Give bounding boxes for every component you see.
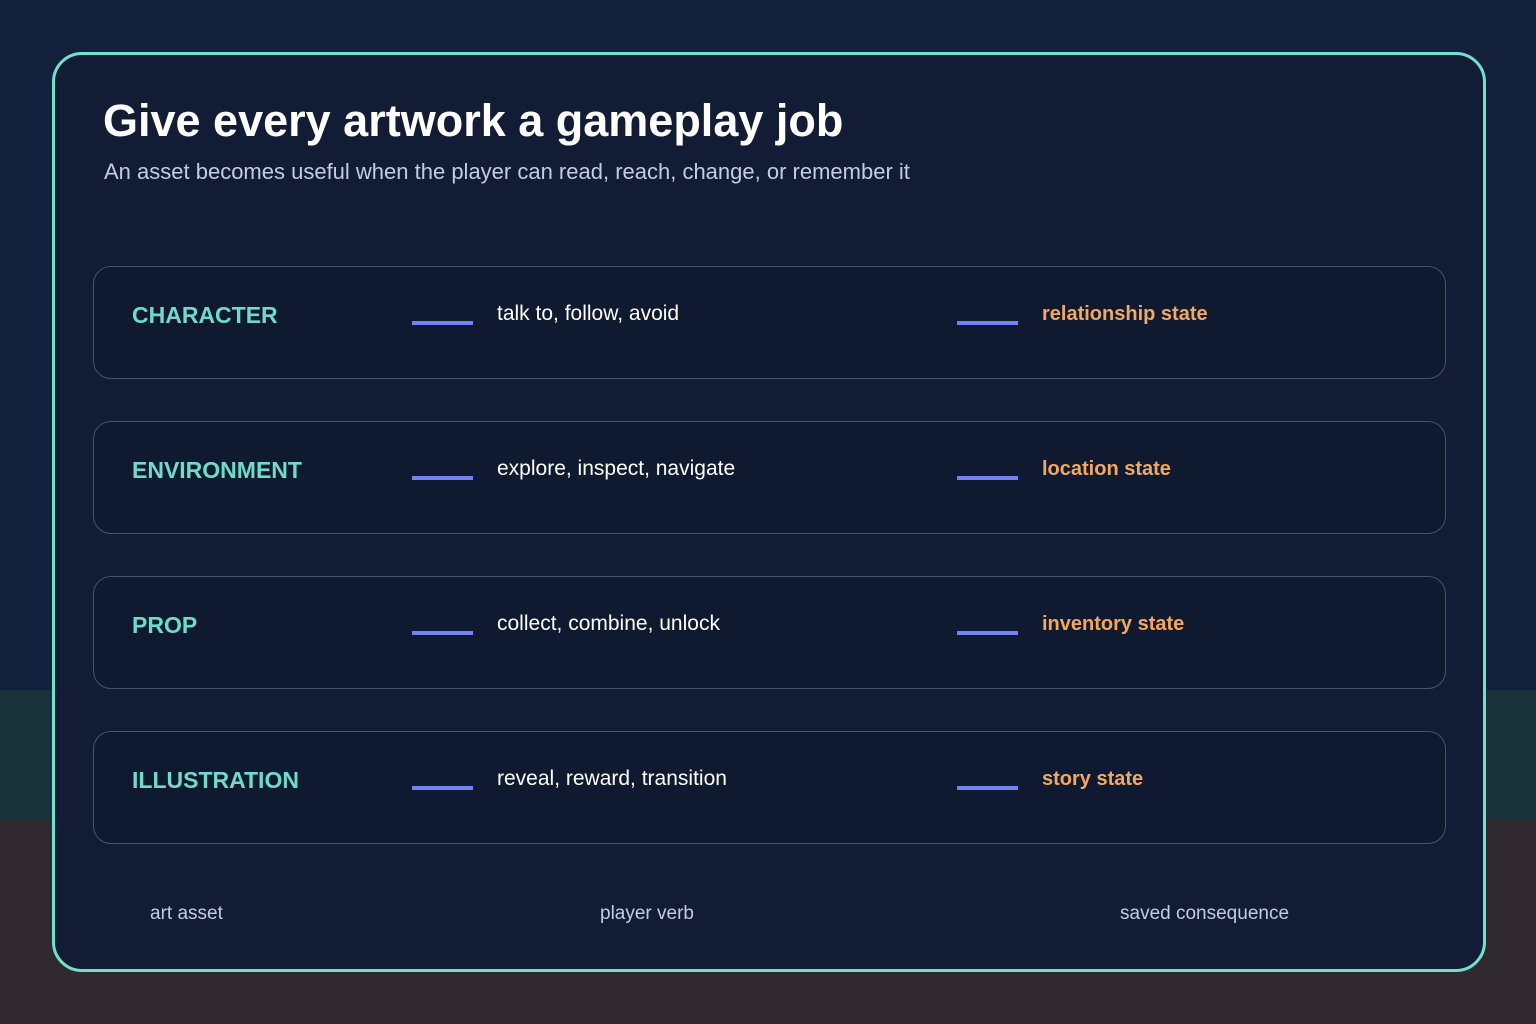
asset-label: PROP	[132, 612, 198, 638]
verb-to-consequence-connector	[957, 476, 1018, 480]
verb-to-consequence-connector	[957, 321, 1018, 325]
diagram-card: Give every artwork a gameplay job An ass…	[52, 52, 1486, 972]
mapping-row-illustration: ILLUSTRATION reveal, reward, transition …	[93, 731, 1446, 844]
asset-label: CHARACTER	[132, 302, 278, 328]
footer-art-asset-label: art asset	[150, 903, 223, 924]
verb-to-consequence-connector	[957, 786, 1018, 790]
asset-to-verb-connector	[412, 786, 473, 790]
asset-label: ILLUSTRATION	[132, 767, 299, 793]
consequence-text: location state	[1042, 458, 1171, 480]
asset-to-verb-connector	[412, 476, 473, 480]
footer-player-verb-label: player verb	[600, 903, 694, 924]
player-verb-text: explore, inspect, navigate	[497, 457, 736, 480]
mapping-row-character: CHARACTER talk to, follow, avoid relatio…	[93, 266, 1446, 379]
diagram-title: Give every artwork a gameplay job	[103, 95, 844, 146]
mapping-row-environment: ENVIRONMENT explore, inspect, navigate l…	[93, 421, 1446, 534]
player-verb-text: talk to, follow, avoid	[497, 302, 680, 325]
asset-to-verb-connector	[412, 321, 473, 325]
diagram-subtitle: An asset becomes useful when the player …	[104, 159, 910, 184]
consequence-text: inventory state	[1042, 613, 1185, 635]
verb-to-consequence-connector	[957, 631, 1018, 635]
player-verb-text: collect, combine, unlock	[497, 612, 720, 635]
footer-saved-consequence-label: saved consequence	[1120, 903, 1290, 924]
mapping-row-prop: PROP collect, combine, unlock inventory …	[93, 576, 1446, 689]
asset-label: ENVIRONMENT	[132, 457, 302, 483]
asset-to-verb-connector	[412, 631, 473, 635]
player-verb-text: reveal, reward, transition	[497, 767, 727, 790]
consequence-text: relationship state	[1042, 303, 1208, 325]
consequence-text: story state	[1042, 768, 1144, 790]
